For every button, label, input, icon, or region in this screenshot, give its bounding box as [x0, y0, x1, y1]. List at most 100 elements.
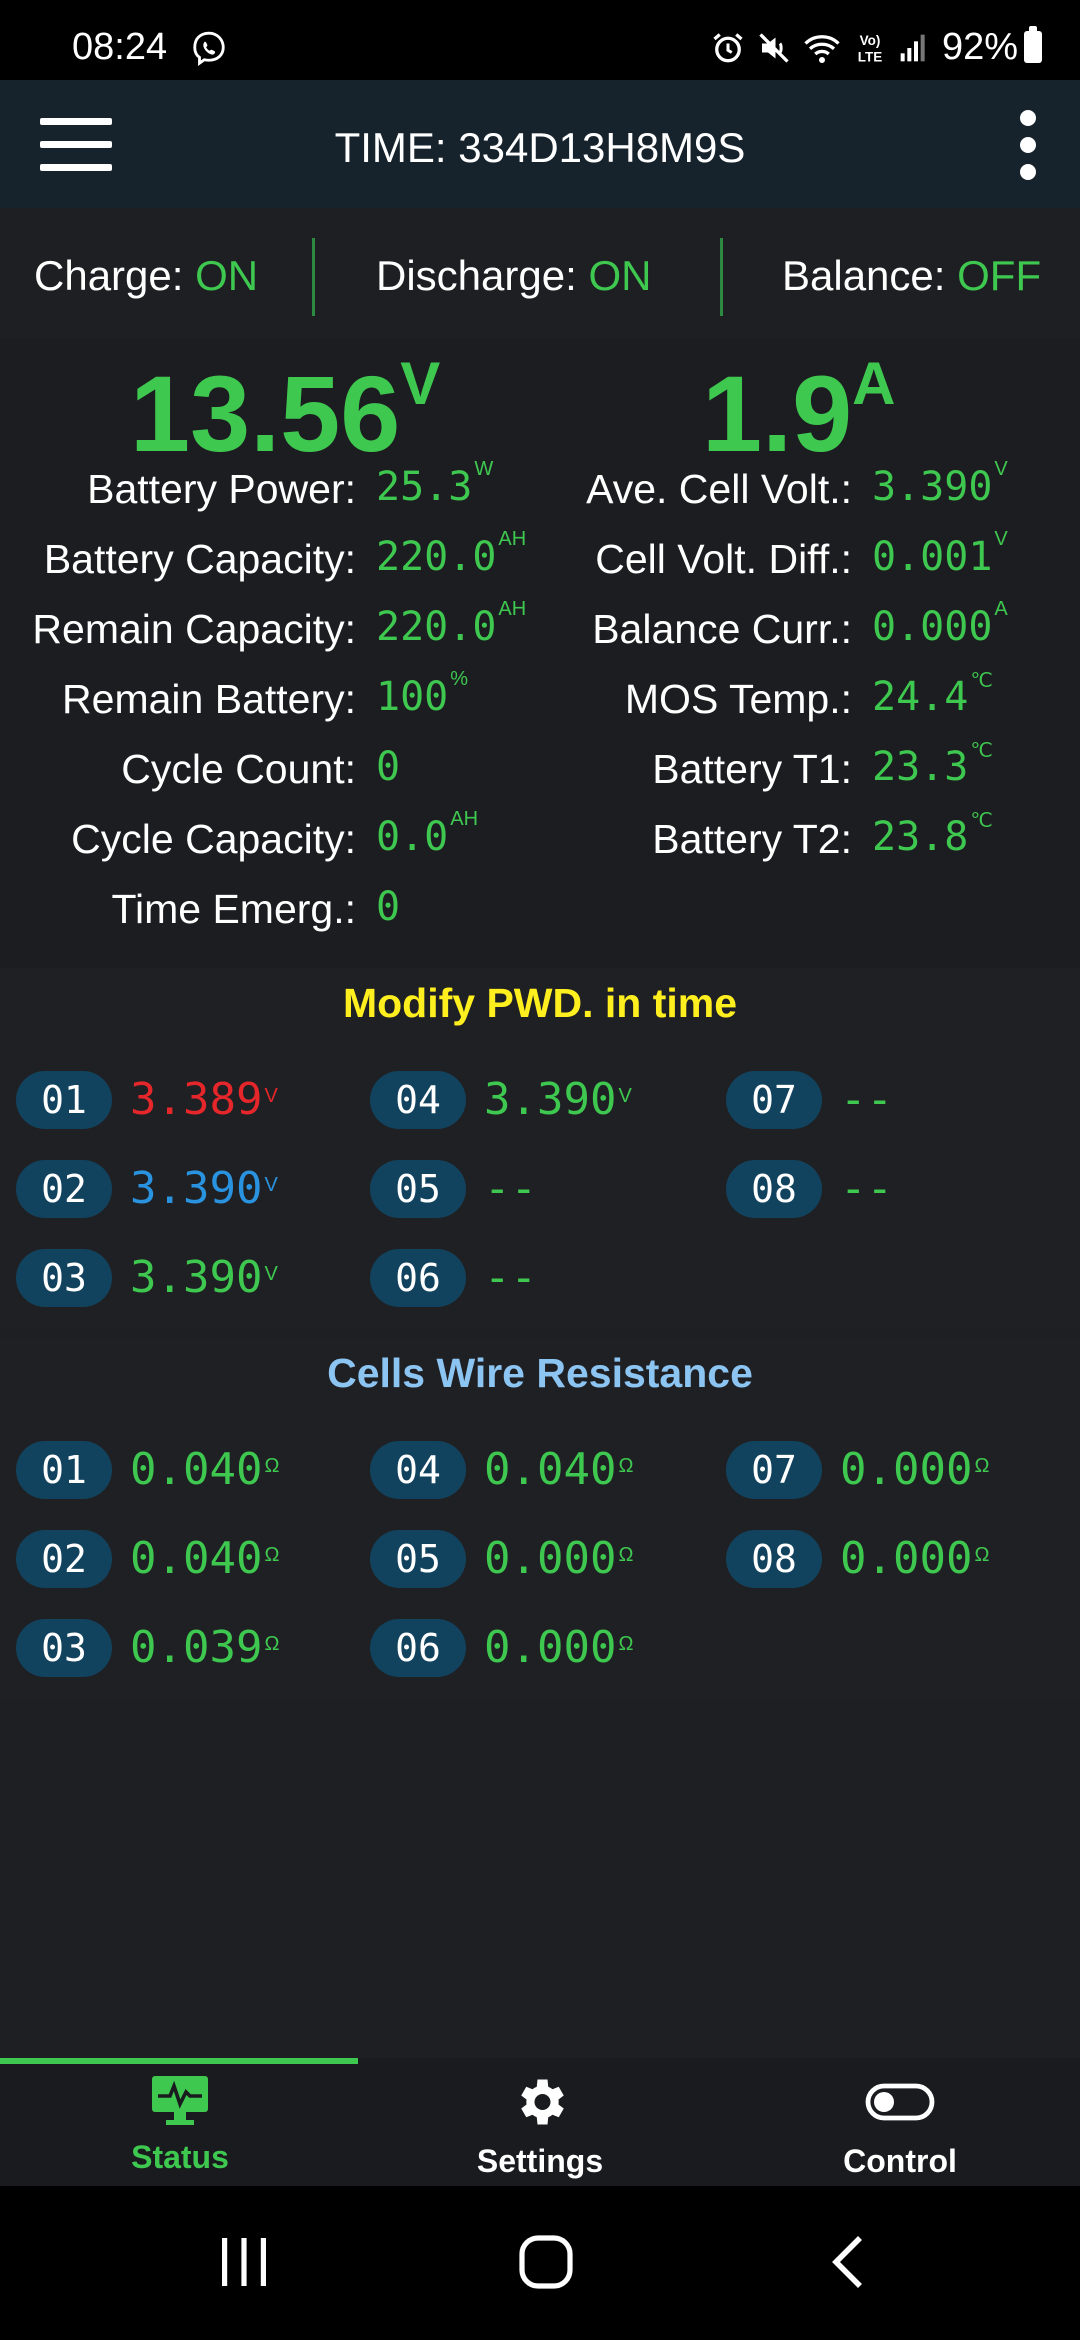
battery-percent: 92%	[941, 26, 1018, 68]
stat-value: 220.0 AH	[376, 598, 526, 650]
cell-unit: Ω	[618, 1633, 634, 1655]
stat-label: Ave. Cell Volt.:	[586, 466, 852, 512]
monitor-pulse-icon	[152, 2076, 208, 2125]
cell-number: 3.390	[484, 1074, 617, 1125]
wire-resistance-title: Cells Wire Resistance	[327, 1350, 753, 1396]
cell-unit: Ω	[264, 1633, 280, 1655]
system-status-bar: 08:24 Vo) LTE 92%	[0, 0, 1080, 80]
stat-label: Time Emerg.:	[111, 886, 356, 932]
stat-unit: ℃	[970, 670, 993, 692]
stat-value: 25.3 W	[376, 458, 493, 510]
stat-number: 3.390	[872, 464, 993, 510]
cell-unit: V	[264, 1085, 278, 1107]
active-tab-indicator	[0, 2058, 358, 2064]
cell-number: 0.000	[484, 1622, 617, 1673]
cell-value: 0.000 Ω	[840, 1441, 989, 1499]
battery-icon	[1024, 26, 1042, 63]
cell-unit: Ω	[974, 1455, 990, 1477]
signal-icon	[900, 34, 925, 62]
cell-number: 0.040	[130, 1533, 263, 1584]
cell-number: 0.040	[484, 1444, 617, 1495]
balance-value: OFF	[957, 252, 1042, 299]
cell-number-badge: 03	[16, 1249, 112, 1307]
status-icons: Vo) LTE	[710, 28, 930, 68]
cell-number: --	[840, 1163, 893, 1214]
charge-state: Charge: ON	[34, 252, 258, 300]
cell-number: 3.390	[130, 1163, 263, 1214]
cell-value: 3.390 V	[130, 1160, 278, 1218]
cell-number-badge: 02	[16, 1530, 112, 1588]
current-unit: A	[852, 350, 896, 417]
voltage-unit: V	[400, 350, 441, 417]
uptime-title: TIME: 334D13H8M9S	[334, 124, 746, 171]
cell-number-badge: 07	[726, 1441, 822, 1499]
stat-value: 220.0 AH	[376, 528, 526, 580]
stat-label: Battery T1:	[652, 746, 852, 792]
clock: 08:24	[72, 26, 168, 68]
stat-value: 0.001 V	[872, 528, 1008, 580]
charge-value: ON	[195, 252, 259, 299]
cell-voltage-title[interactable]: Modify PWD. in time	[0, 980, 1080, 1027]
stat-number: 220.0	[376, 534, 497, 580]
cell-number-badge: 06	[370, 1619, 466, 1677]
cell-number-badge: 01	[16, 1071, 112, 1129]
gear-icon	[521, 2079, 564, 2125]
tab-status-label: Status	[131, 2139, 229, 2175]
battery-metrics: 13.56V 1.9A Battery Power: 25.3 W Battery C…	[0, 338, 1080, 968]
cell-value: 0.040 Ω	[130, 1530, 279, 1588]
viber-icon	[193, 31, 225, 67]
svg-text:Vo): Vo)	[860, 33, 881, 48]
stat-number: 25.3	[376, 464, 473, 510]
stat-value: 0.0 AH	[376, 808, 478, 860]
cell-unit: V	[618, 1085, 632, 1107]
balance-label: Balance:	[782, 252, 946, 299]
tab-settings[interactable]: Settings	[360, 2072, 720, 2180]
cell-number: --	[840, 1074, 893, 1125]
cell-value: 3.390 V	[484, 1071, 632, 1129]
stat-value: 3.390 V	[872, 458, 1008, 510]
stat-label: MOS Temp.:	[624, 676, 852, 722]
divider	[720, 238, 723, 316]
stat-number: 0.001	[872, 534, 993, 580]
home-icon[interactable]	[516, 2232, 576, 2292]
alarm-icon	[713, 33, 743, 63]
stat-unit: ℃	[970, 740, 993, 762]
system-nav-bar	[0, 2186, 1080, 2340]
recent-apps-icon[interactable]	[218, 2234, 270, 2290]
stat-unit: V	[994, 458, 1008, 480]
cell-number: 3.390	[130, 1252, 263, 1303]
battery-indicator: 92%	[941, 26, 1042, 68]
stat-number: 0	[376, 884, 401, 930]
cell-number: 0.000	[840, 1444, 973, 1495]
stat-value: 0.000 A	[872, 598, 1008, 650]
back-icon[interactable]	[826, 2232, 870, 2292]
stat-unit: ℃	[970, 810, 993, 832]
cell-value: 3.390 V	[130, 1249, 278, 1307]
cell-value: --	[484, 1249, 539, 1307]
stat-unit: AH	[450, 808, 479, 830]
stat-unit: AH	[498, 528, 527, 550]
cell-value: 0.040 Ω	[484, 1441, 633, 1499]
stat-number: 0.0	[376, 814, 449, 860]
discharge-value: ON	[588, 252, 652, 299]
stat-value: 0	[376, 884, 402, 930]
cell-number-badge: 08	[726, 1530, 822, 1588]
cell-value: 0.000 Ω	[840, 1530, 989, 1588]
cell-unit: Ω	[618, 1544, 634, 1566]
cell-number: 3.389	[130, 1074, 263, 1125]
cell-value: 0.000 Ω	[484, 1530, 633, 1588]
wire-resistance-section: Cells Wire Resistance 01 0.040 Ω 02 0.040 Ω 03…	[0, 1338, 1080, 1698]
voltage-value: 13.56	[130, 353, 401, 474]
wifi-icon	[804, 35, 840, 63]
tab-status[interactable]: Status	[0, 2072, 360, 2176]
switch-state-row: Charge: ON Discharge: ON Balance: OFF	[0, 208, 1080, 338]
cell-value: --	[484, 1160, 539, 1218]
tab-control[interactable]: Control	[720, 2072, 1080, 2180]
app-bar: TIME: 334D13H8M9S	[0, 80, 1080, 208]
cell-number: --	[484, 1163, 537, 1214]
more-options-icon[interactable]	[1016, 110, 1040, 180]
cell-value: 3.389 V	[130, 1071, 278, 1129]
cell-number: --	[484, 1252, 537, 1303]
cell-number: 0.000	[484, 1533, 617, 1584]
stat-label: Cycle Count:	[121, 746, 356, 792]
